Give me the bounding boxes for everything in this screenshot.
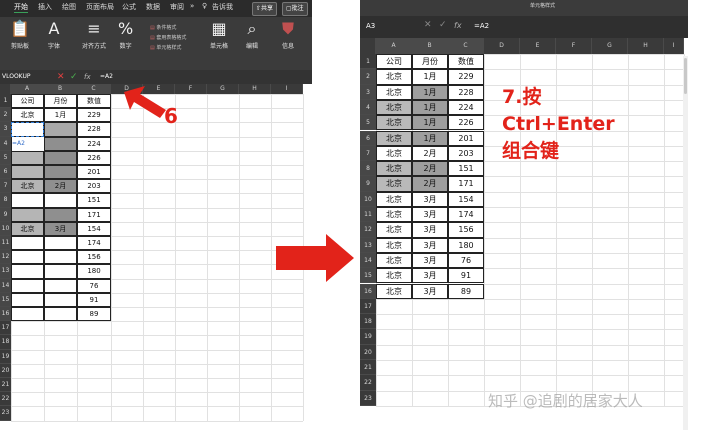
step7-label: 7.按 Ctrl+Enter 组合键 xyxy=(502,84,615,165)
step6-label: 6 xyxy=(164,104,178,128)
step6-arrow xyxy=(124,86,166,118)
transition-arrow xyxy=(276,234,354,282)
annotation-layer xyxy=(124,86,354,282)
step7-line-2: Ctrl+Enter xyxy=(502,113,615,135)
watermark: 知乎 @追剧的居家大人 xyxy=(488,392,643,410)
step7-line-3: 组合键 xyxy=(502,140,560,162)
step7-line-1: 7.按 xyxy=(502,86,542,108)
